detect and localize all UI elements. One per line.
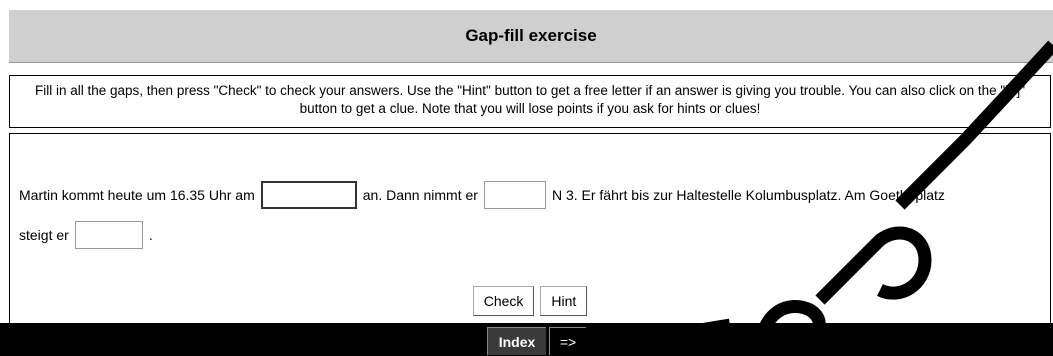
check-button[interactable]: Check: [472, 286, 535, 316]
exercise-text-3: N 3. Er fährt bis zur Haltestelle Kolumb…: [551, 187, 945, 203]
exercise-line-2: steigt er .: [19, 221, 153, 249]
next-button[interactable]: =>: [549, 327, 586, 355]
exercise-text-5: .: [148, 227, 153, 243]
gap-input-2[interactable]: [483, 181, 546, 209]
exercise-text-1: Martin kommt heute um 16.35 Uhr am: [19, 187, 255, 203]
exercise-panel: Martin kommt heute um 16.35 Uhr am an. D…: [9, 133, 1051, 323]
hint-button[interactable]: Hint: [540, 286, 588, 316]
gap-input-3[interactable]: [74, 221, 143, 249]
exercise-line-1: Martin kommt heute um 16.35 Uhr am an. D…: [19, 181, 945, 209]
page-title: Gap-fill exercise: [9, 10, 1053, 63]
navigation-bar: Index =>: [0, 323, 1053, 356]
exercise-text-4: steigt er: [19, 227, 69, 243]
action-buttons: Check Hint: [10, 286, 1050, 316]
gap-input-1[interactable]: [260, 181, 357, 209]
exercise-text-2: an. Dann nimmt er: [362, 187, 478, 203]
index-button[interactable]: Index: [487, 327, 546, 355]
instructions-text: Fill in all the gaps, then press "Check"…: [9, 75, 1051, 128]
